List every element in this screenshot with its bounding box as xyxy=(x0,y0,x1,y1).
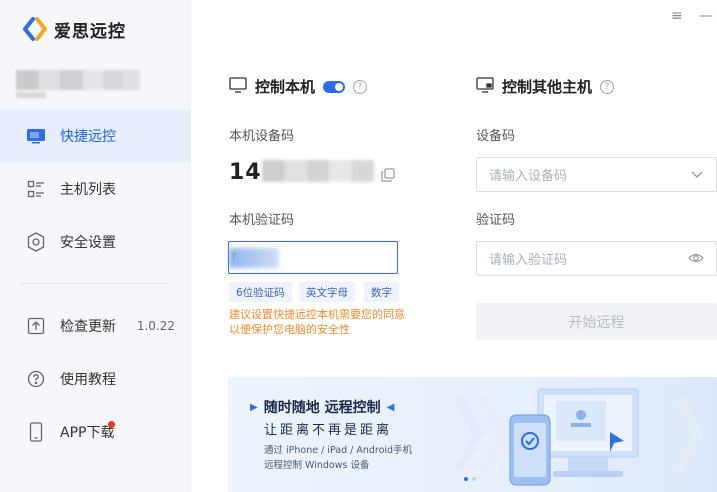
remote-title-text: 控制其他主机 xyxy=(502,78,593,96)
eye-icon[interactable] xyxy=(688,251,704,269)
sidebar: 爱思远控 快捷远控 主机列表 安全设置 检查更新 1.0.22 使用教程 APP… xyxy=(0,0,191,492)
start-remote-button[interactable]: 开始远程 xyxy=(476,303,717,340)
logo-icon xyxy=(22,16,48,42)
notification-badge xyxy=(108,421,115,428)
banner-title: ▶ 随时随地 远程控制 ◀ xyxy=(250,397,394,417)
sidebar-item-label: 安全设置 xyxy=(60,235,116,251)
monitor-icon xyxy=(26,126,46,146)
chip-letters[interactable]: 英文字母 xyxy=(299,282,355,302)
sidebar-item-quick-remote[interactable]: 快捷远控 xyxy=(0,110,191,162)
user-info xyxy=(16,70,140,100)
version-text: 1.0.22 xyxy=(136,319,175,333)
sidebar-item-check-update[interactable]: 检查更新 1.0.22 xyxy=(0,300,191,352)
carousel-dot[interactable] xyxy=(472,477,476,481)
verify-code-redacted xyxy=(229,248,279,268)
remote-device-code-label: 设备码 xyxy=(476,129,516,144)
desktop-icon xyxy=(229,76,247,97)
local-section-title: 控制本机 ? xyxy=(229,76,368,97)
remote-verify-label: 验证码 xyxy=(476,213,516,228)
sidebar-item-tutorial[interactable]: 使用教程 xyxy=(0,353,191,405)
app-logo: 爱思远控 xyxy=(22,16,126,42)
list-icon xyxy=(26,179,46,199)
remote-verify-input[interactable]: 请输入验证码 xyxy=(476,241,717,276)
remote-section-title: 控制其他主机 ? xyxy=(476,76,615,97)
local-help-icon[interactable]: ? xyxy=(353,79,368,94)
sidebar-item-label: 使用教程 xyxy=(60,372,116,388)
promo-banner[interactable]: ▶ 随时随地 远程控制 ◀ 让距离不再是距离 通过 iPhone / iPad … xyxy=(228,377,717,492)
warning-line-1: 建议设置快捷远控本机需要您的同意 xyxy=(229,308,405,321)
sidebar-item-label: 主机列表 xyxy=(60,182,116,198)
remote-help-icon[interactable]: ? xyxy=(600,79,615,94)
chip-digits[interactable]: 数字 xyxy=(364,282,399,302)
phone-icon xyxy=(26,422,46,442)
menu-icon[interactable]: ≡ xyxy=(671,8,683,24)
sidebar-item-host-list[interactable]: 主机列表 xyxy=(0,163,191,215)
security-warning: 建议设置快捷远控本机需要您的同意 以便保护您电脑的安全性 xyxy=(229,307,419,337)
local-device-code-label: 本机设备码 xyxy=(229,129,295,144)
local-title-text: 控制本机 xyxy=(255,78,316,96)
local-verify-input[interactable]: r xyxy=(228,241,398,274)
sidebar-item-label: APP下载 xyxy=(60,425,115,441)
remote-device-code-input[interactable]: 请输入设备码 xyxy=(476,157,717,192)
remote-device-code-placeholder: 请输入设备码 xyxy=(489,169,568,184)
carousel-dots[interactable] xyxy=(464,477,476,481)
local-verify-label: 本机验证码 xyxy=(229,213,295,228)
triangle-left-icon: ◀ xyxy=(386,401,395,413)
app-name: 爱思远控 xyxy=(54,21,126,42)
user-sub-redacted xyxy=(16,92,46,98)
carousel-dot-active[interactable] xyxy=(464,477,468,481)
user-name-redacted xyxy=(16,70,140,90)
remote-verify-placeholder: 请输入验证码 xyxy=(489,253,568,268)
minimize-icon[interactable]: — xyxy=(699,8,713,24)
chevron-down-icon[interactable] xyxy=(690,167,704,185)
chip-6-digit[interactable]: 6位验证码 xyxy=(229,282,292,302)
remote-devices-illustration xyxy=(453,388,704,486)
sidebar-divider xyxy=(20,283,170,284)
help-icon xyxy=(26,369,46,389)
local-control-toggle[interactable] xyxy=(323,80,346,93)
remote-desktop-icon xyxy=(476,76,494,97)
local-device-code: 14 xyxy=(229,160,262,185)
sidebar-item-label: 检查更新 xyxy=(60,319,116,335)
warning-line-2: 以便保护您电脑的安全性 xyxy=(229,323,350,336)
sidebar-item-app-download[interactable]: APP下载 xyxy=(0,406,191,458)
triangle-right-icon: ▶ xyxy=(250,401,258,413)
banner-title-text: 随时随地 远程控制 xyxy=(263,400,381,416)
copy-icon[interactable] xyxy=(381,167,395,186)
shield-icon xyxy=(26,232,46,252)
sidebar-item-security[interactable]: 安全设置 xyxy=(0,216,191,268)
update-icon xyxy=(26,316,46,336)
banner-subtitle: 让距离不再是距离 xyxy=(264,423,393,438)
sidebar-item-label: 快捷远控 xyxy=(60,129,116,145)
device-code-redacted xyxy=(262,160,374,182)
